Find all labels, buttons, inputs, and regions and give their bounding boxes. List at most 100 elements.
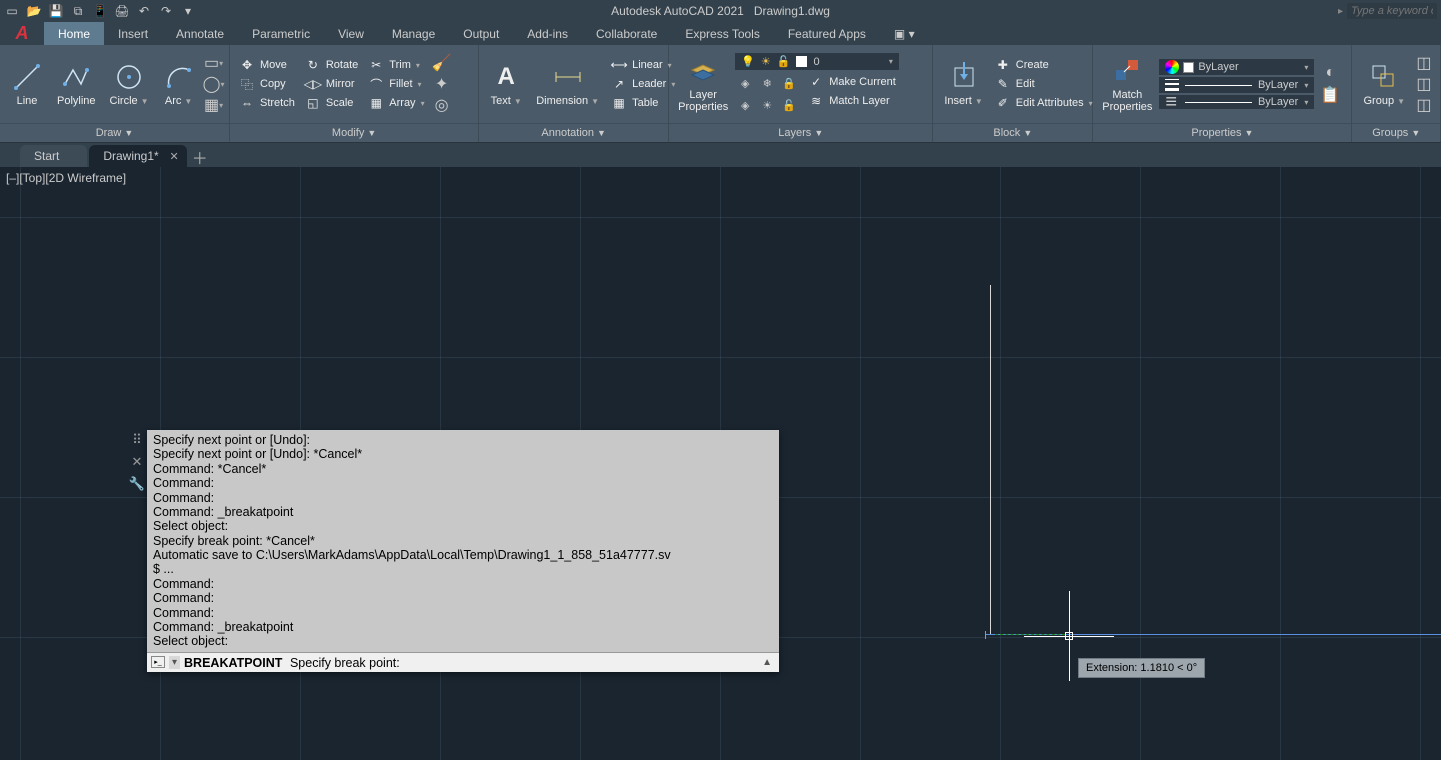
tab-start[interactable]: Start	[20, 145, 87, 167]
tab-insert[interactable]: Insert	[104, 22, 162, 45]
hatch-icon[interactable]: ▦ ▾	[204, 95, 224, 115]
rectangle-icon[interactable]: ▭ ▾	[204, 53, 224, 73]
osnap-tooltip: Extension: 1.1810 < 0°	[1078, 658, 1205, 678]
groupedit-icon[interactable]: ◫	[1414, 74, 1434, 94]
chevron-down-icon[interactable]: ▼	[141, 97, 149, 106]
command-input-row[interactable]: ▸_ ▾ BREAKATPOINT Specify break point: ▲	[147, 652, 779, 672]
web-mobile-icon[interactable]: 📱	[92, 3, 108, 19]
groupbbox-icon[interactable]: ◫	[1414, 95, 1434, 115]
color-wheel-icon	[1165, 60, 1179, 74]
ungroup-icon[interactable]: ◫	[1414, 53, 1434, 73]
grip-icon[interactable]: ⠿	[132, 432, 142, 448]
layer-dropdown[interactable]: 💡 ☀ 🔓 0 ▾	[735, 53, 899, 70]
fillet-button[interactable]: ⌒Fillet▾	[365, 75, 427, 93]
new-icon[interactable]: ▭	[4, 3, 20, 19]
layeriso-icon[interactable]: ◈	[735, 95, 755, 115]
tab-collaborate[interactable]: Collaborate	[582, 22, 671, 45]
arc-button[interactable]: Arc▼	[158, 58, 200, 110]
layerthaw-icon[interactable]: ☀	[757, 95, 777, 115]
cmd-handle[interactable]: ⠿ ✕ 🔧	[127, 430, 147, 492]
panel-title-block[interactable]: Block▼	[933, 123, 1092, 142]
tab-featuredapps[interactable]: Featured Apps	[774, 22, 880, 45]
panel-title-annotation[interactable]: Annotation▼	[479, 123, 668, 142]
lineweight-dropdown[interactable]: ByLayer ▾	[1159, 77, 1314, 93]
tab-manage[interactable]: Manage	[378, 22, 449, 45]
move-button[interactable]: ✥Move	[236, 56, 298, 74]
command-window[interactable]: ⠿ ✕ 🔧 Specify next point or [Undo]: Spec…	[147, 430, 779, 672]
editattr-button[interactable]: ✐Edit Attributes▾	[992, 94, 1096, 112]
listprop-icon[interactable]: 📋	[1320, 85, 1340, 105]
tab-drawing1[interactable]: Drawing1* ✕	[89, 145, 186, 167]
tab-parametric[interactable]: Parametric	[238, 22, 324, 45]
saveas-icon[interactable]: ⧉	[70, 3, 86, 19]
layerfreeze-icon[interactable]: ❄	[757, 73, 777, 93]
offset-icon[interactable]: ◎	[432, 95, 452, 115]
new-tab-button[interactable]: ＋	[189, 147, 211, 167]
stretch-button[interactable]: ⇔Stretch	[236, 94, 298, 112]
search-input[interactable]	[1347, 3, 1437, 19]
mirror-icon: ◁▷	[305, 76, 321, 92]
vertical-line-object[interactable]	[990, 285, 991, 635]
table-button[interactable]: ▦Table	[608, 94, 678, 112]
command-line[interactable]: BREAKATPOINT Specify break point:	[184, 655, 755, 670]
panel-title-properties[interactable]: Properties▼	[1093, 123, 1351, 142]
layerunlock-icon[interactable]: 🔓	[779, 95, 799, 115]
tab-output[interactable]: Output	[449, 22, 513, 45]
circle-button[interactable]: Circle▼	[105, 58, 154, 110]
array-button[interactable]: ▦Array▾	[365, 94, 427, 112]
create-icon: ✚	[995, 57, 1011, 73]
panel-title-layers[interactable]: Layers▼	[669, 123, 932, 142]
panel-title-modify[interactable]: Modify▼	[230, 123, 478, 142]
tab-home[interactable]: Home	[44, 22, 104, 45]
dimension-button[interactable]: Dimension▼	[531, 58, 604, 110]
erase-icon[interactable]: 🧹	[432, 53, 452, 73]
linetype-dropdown[interactable]: ≡ByLayer ▾	[1159, 95, 1314, 109]
bulb-icon: 💡	[741, 55, 755, 68]
leader-button[interactable]: ↗Leader▾	[608, 75, 678, 93]
qat-more-icon[interactable]: ▾	[180, 3, 196, 19]
edit-button[interactable]: ✎Edit	[992, 75, 1096, 93]
close-icon[interactable]: ✕	[169, 150, 178, 163]
close-icon[interactable]: ✕	[132, 454, 143, 470]
scale-button[interactable]: ◱Scale	[302, 94, 361, 112]
copy-button[interactable]: ⿻Copy	[236, 75, 298, 93]
panel-title-groups[interactable]: Groups▼	[1352, 123, 1440, 142]
rotate-button[interactable]: ↻Rotate	[302, 56, 361, 74]
tab-annotate[interactable]: Annotate	[162, 22, 238, 45]
color-dropdown[interactable]: ByLayer ▾	[1159, 59, 1314, 75]
app-logo[interactable]: A	[0, 22, 44, 45]
open-icon[interactable]: 📂	[26, 3, 42, 19]
view-label[interactable]: [–][Top][2D Wireframe]	[6, 171, 126, 185]
layerproperties-button[interactable]: LayerProperties	[675, 52, 731, 116]
tab-view[interactable]: View	[324, 22, 378, 45]
mirror-button[interactable]: ◁▷Mirror	[302, 75, 361, 93]
tab-overflow[interactable]: ▣ ▾	[880, 22, 929, 45]
create-button[interactable]: ✚Create	[992, 56, 1096, 74]
trim-button[interactable]: ✂Trim▾	[365, 56, 427, 74]
ellipse-icon[interactable]: ◯ ▾	[204, 74, 224, 94]
makecurrent-button[interactable]: ✓Make Current	[805, 73, 899, 91]
transparency-icon[interactable]: ◐	[1320, 63, 1340, 83]
matchproperties-button[interactable]: MatchProperties	[1099, 52, 1155, 116]
insert-button[interactable]: Insert▼	[939, 58, 987, 110]
line-button[interactable]: Line	[6, 58, 48, 110]
plot-icon[interactable]: 🖨	[114, 3, 130, 19]
wrench-icon[interactable]: 🔧	[129, 476, 145, 492]
tab-expresstools[interactable]: Express Tools	[671, 22, 773, 45]
text-button[interactable]: A Text▼	[485, 58, 527, 110]
linear-button[interactable]: ⟷Linear▾	[608, 56, 678, 74]
matchlayer-button[interactable]: ≋Match Layer	[805, 92, 899, 110]
redo-icon[interactable]: ↷	[158, 3, 174, 19]
panel-title-draw[interactable]: Draw▼	[0, 123, 229, 142]
group-button[interactable]: Group▼	[1358, 58, 1410, 110]
chevron-down-icon[interactable]: ▼	[184, 97, 192, 106]
tab-addins[interactable]: Add-ins	[513, 22, 582, 45]
layerlock-icon[interactable]: 🔒	[779, 73, 799, 93]
layeroff-icon[interactable]: ◈	[735, 73, 755, 93]
save-icon[interactable]: 💾	[48, 3, 64, 19]
polyline-button[interactable]: Polyline	[52, 58, 101, 110]
explode-icon[interactable]: ✦	[432, 74, 452, 94]
cmd-expand-icon[interactable]: ▲	[759, 657, 775, 668]
undo-icon[interactable]: ↶	[136, 3, 152, 19]
cmd-recent-icon[interactable]: ▾	[169, 656, 180, 669]
